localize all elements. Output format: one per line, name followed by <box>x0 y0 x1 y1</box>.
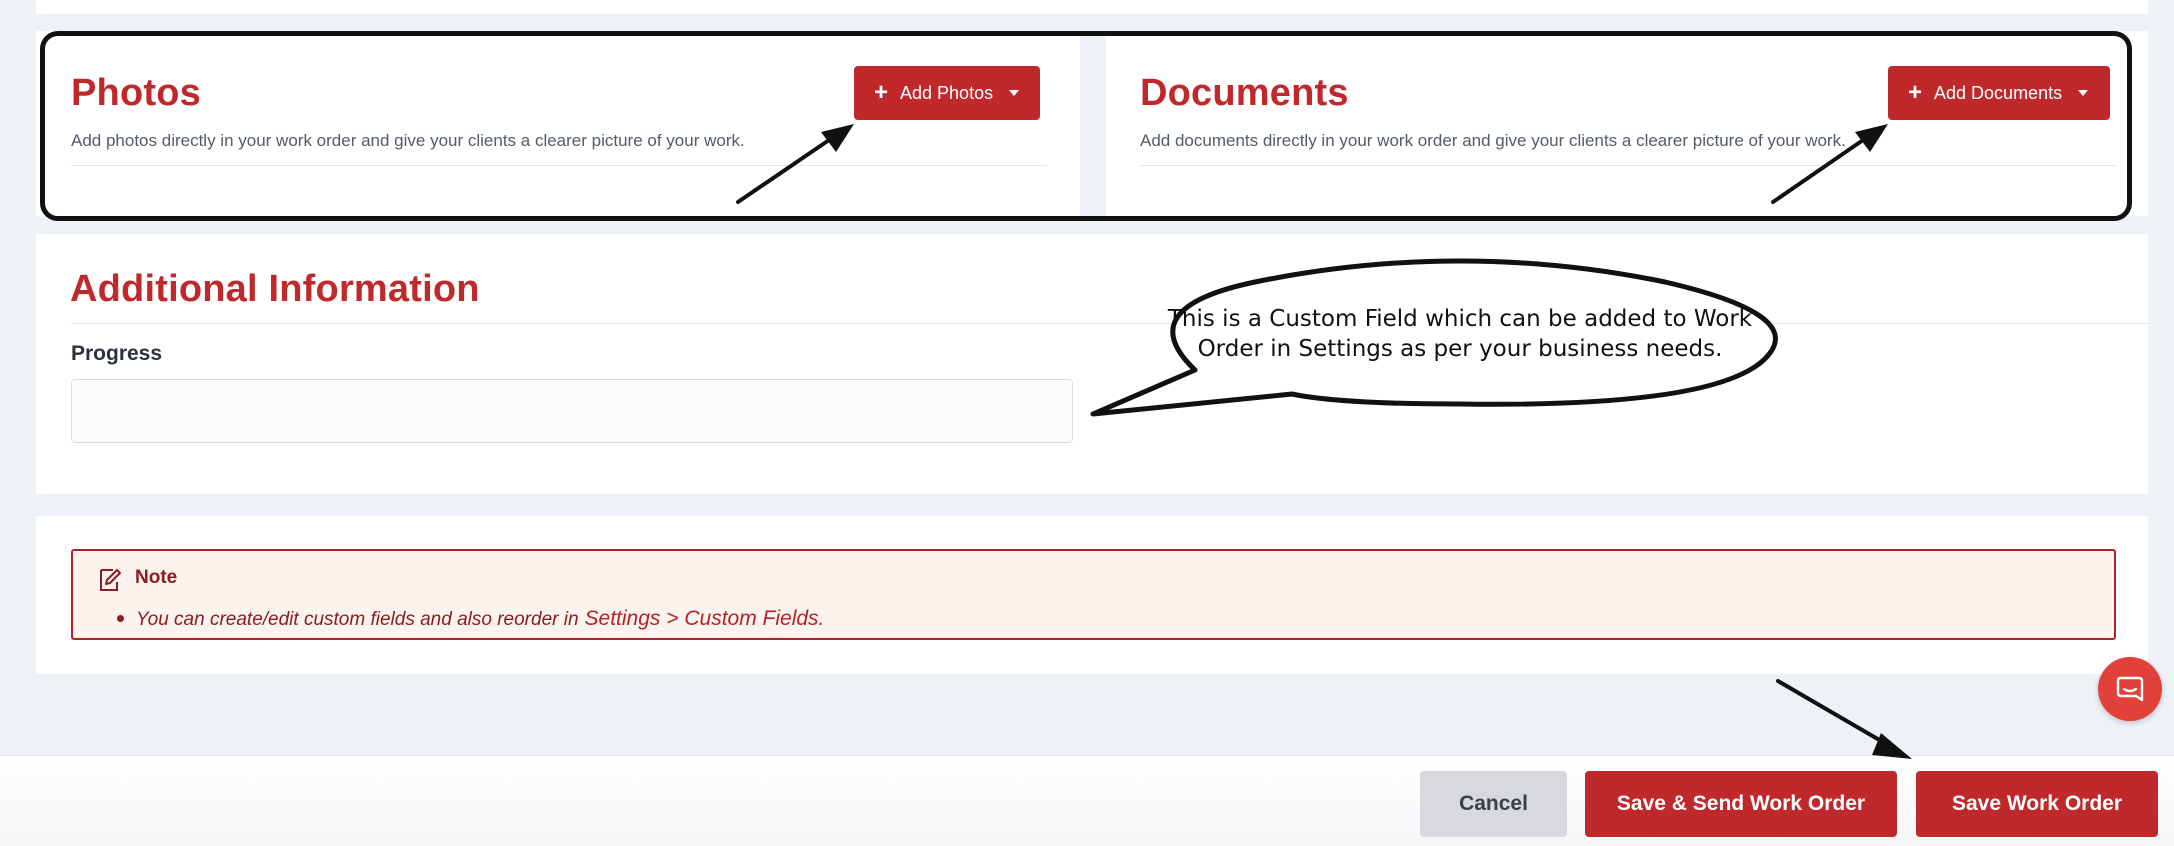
plus-icon: + <box>874 79 889 106</box>
note-text: You can create/edit custom fields and al… <box>136 609 579 630</box>
save-and-send-work-order-button[interactable]: Save & Send Work Order <box>1585 771 1897 837</box>
additional-information-title: Additional Information <box>70 268 480 310</box>
note-box: Note You can create/edit custom fields a… <box>71 549 2116 640</box>
callout-line-1: This is a Custom Field which can be adde… <box>1167 306 1753 332</box>
note-title: Note <box>135 567 178 588</box>
callout-text: This is a Custom Field which can be adde… <box>1150 304 1770 364</box>
progress-input[interactable] <box>71 379 1073 443</box>
top-panel-edge <box>36 0 2148 14</box>
photos-title: Photos <box>71 72 201 114</box>
custom-fields-settings-link[interactable]: Settings > Custom Fields. <box>585 607 825 631</box>
chat-launcher-button[interactable] <box>2098 657 2162 721</box>
cancel-button[interactable]: Cancel <box>1420 771 1567 837</box>
add-photos-button[interactable]: + Add Photos <box>854 66 1040 120</box>
documents-description: Add documents directly in your work orde… <box>1140 131 1846 150</box>
photos-divider <box>71 165 1047 166</box>
arrow-to-save-work-order <box>1776 679 1912 759</box>
photos-description: Add photos directly in your work order a… <box>71 131 745 150</box>
add-photos-label: Add Photos <box>900 82 994 103</box>
bullet-icon <box>117 615 124 622</box>
progress-label: Progress <box>71 342 163 365</box>
save-work-order-button[interactable]: Save Work Order <box>1916 771 2158 837</box>
callout-line-2: Order in Settings as per your business n… <box>1197 336 1723 362</box>
chat-icon <box>2116 676 2144 702</box>
note-item: You can create/edit custom fields and al… <box>117 607 824 631</box>
documents-divider <box>1140 165 2116 166</box>
documents-title: Documents <box>1140 72 1349 114</box>
plus-icon: + <box>1908 79 1923 106</box>
caret-down-icon <box>1009 90 1020 96</box>
edit-note-icon <box>100 569 121 591</box>
add-documents-button[interactable]: + Add Documents <box>1888 66 2110 120</box>
photos-section: Photos Add photos directly in your work … <box>36 31 1080 216</box>
caret-down-icon <box>2078 90 2089 96</box>
documents-section: Documents Add documents directly in your… <box>1106 31 2148 216</box>
add-documents-label: Add Documents <box>1934 82 2063 103</box>
